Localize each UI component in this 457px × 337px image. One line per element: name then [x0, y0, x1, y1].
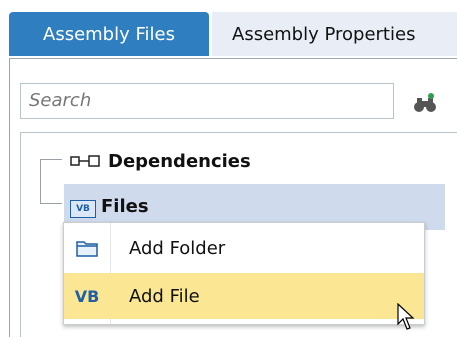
tab-bar: Assembly Files Assembly Properties [0, 0, 457, 59]
files-label: Files [101, 196, 149, 217]
binoculars-icon[interactable] [413, 92, 437, 114]
search-placeholder: Search [29, 90, 92, 111]
tree-node-dependencies[interactable]: Dependencies [70, 146, 251, 176]
search-input[interactable]: Search [20, 83, 394, 119]
menu-item-add-file[interactable]: VB Add File [64, 273, 424, 319]
dependencies-label: Dependencies [108, 150, 251, 172]
add-folder-label: Add Folder [129, 237, 226, 259]
tree-connector [40, 160, 41, 203]
context-menu: Add Folder VB Add File [63, 222, 425, 325]
vb-file-icon: VB [70, 200, 96, 218]
vb-icon: VB [74, 286, 100, 306]
tab-assembly-files[interactable]: Assembly Files [9, 12, 209, 56]
tab-assembly-properties[interactable]: Assembly Properties [212, 12, 457, 56]
folder-icon [64, 239, 110, 257]
dependencies-icon [70, 155, 100, 167]
tree-connector [40, 159, 62, 160]
add-file-label: Add File [129, 285, 200, 307]
menu-item-add-folder[interactable]: Add Folder [64, 225, 424, 271]
tree-connector [40, 203, 62, 204]
mouse-pointer-icon [397, 303, 415, 330]
